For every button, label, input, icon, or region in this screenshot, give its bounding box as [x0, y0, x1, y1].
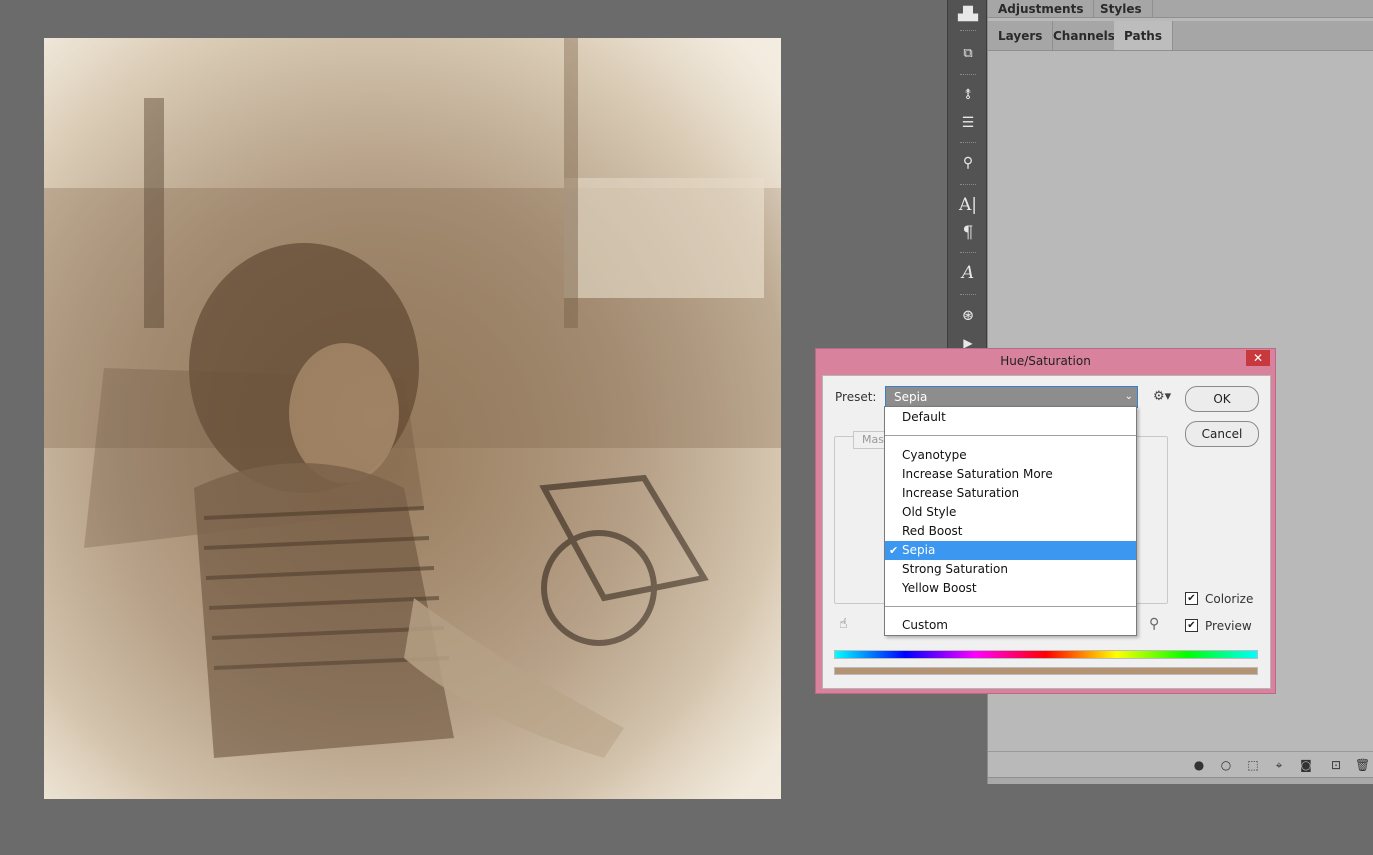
cancel-button[interactable]: Cancel [1185, 421, 1259, 447]
delete-path-icon[interactable]: 🗑 [1355, 758, 1370, 772]
new-path-icon[interactable]: ⊡ [1329, 758, 1343, 772]
glyphs-icon[interactable]: A [955, 262, 981, 284]
tab-adjustments[interactable]: Adjustments [988, 0, 1095, 17]
grip-divider [960, 184, 976, 186]
preset-option-sepia-label: Sepia [902, 543, 936, 557]
make-work-path-icon[interactable]: ⌖ [1272, 758, 1286, 772]
creative-cloud-libraries-icon[interactable]: ⊛ [955, 304, 981, 326]
on-image-adjust-hand-icon[interactable]: ☝ [839, 616, 848, 632]
preset-option-cyanotype[interactable]: Cyanotype [885, 446, 1136, 465]
character-icon[interactable]: A| [955, 194, 981, 216]
histogram-icon[interactable]: ▟▙ [955, 3, 981, 25]
brushes-icon[interactable]: ⥉ [955, 84, 981, 106]
grip-divider [960, 252, 976, 254]
preset-option-increase-saturation-more[interactable]: Increase Saturation More [885, 465, 1136, 484]
preset-option-yellow-boost[interactable]: Yellow Boost [885, 579, 1136, 598]
colorize-checkbox[interactable]: ✔ [1185, 592, 1198, 605]
preset-option-red-boost[interactable]: Red Boost [885, 522, 1136, 541]
preset-option-increase-saturation[interactable]: Increase Saturation [885, 484, 1136, 503]
preset-option-sepia[interactable]: ✔ Sepia [885, 541, 1136, 560]
preview-checkbox[interactable]: ✔ [1185, 619, 1198, 632]
photo-artwork [44, 38, 781, 799]
dialog-title: Hue/Saturation [1000, 354, 1091, 368]
preset-label: Preset: [835, 390, 877, 404]
grip-divider [960, 74, 976, 76]
grip-divider [960, 30, 976, 32]
preset-select[interactable]: Sepia ⌄ [885, 386, 1138, 408]
top-tab-row: Adjustments Styles [988, 0, 1373, 18]
tool-presets-icon[interactable]: ⚲ [955, 152, 981, 174]
preset-option-default[interactable]: Default [885, 408, 1136, 427]
load-selection-icon[interactable]: ⬚ [1246, 758, 1260, 772]
ok-button[interactable]: OK [1185, 386, 1259, 412]
document-canvas-photo[interactable] [44, 38, 781, 799]
paths-panel-footer: ● ○ ⬚ ⌖ ◙ ⊡ 🗑 [988, 751, 1373, 777]
tab-styles[interactable]: Styles [1090, 0, 1153, 17]
preset-option-strong-saturation[interactable]: Strong Saturation [885, 560, 1136, 579]
preview-label: Preview [1205, 619, 1252, 633]
tool-strip: ▟▙ ⧉ ⥉ ☰ ⚲ A| ¶ A ⊛ ▶ [947, 0, 987, 360]
preset-option-custom[interactable]: Custom [885, 616, 1136, 635]
output-color-bar [834, 667, 1258, 675]
paragraph-icon[interactable]: ¶ [955, 222, 981, 244]
stroke-path-icon[interactable]: ○ [1219, 758, 1233, 772]
panel-resize-handle[interactable] [988, 777, 1373, 784]
eyedropper-icon[interactable]: ⚲ [1149, 616, 1159, 632]
preset-dropdown-list: Default Cyanotype Increase Saturation Mo… [884, 406, 1137, 636]
fill-path-icon[interactable]: ● [1192, 758, 1206, 772]
add-mask-icon[interactable]: ◙ [1299, 758, 1313, 772]
colorize-label: Colorize [1205, 592, 1254, 606]
menu-separator [885, 435, 1136, 436]
layers-tab-row: Layers Channels Paths [988, 21, 1373, 51]
tab-paths[interactable]: Paths [1114, 21, 1173, 50]
grip-divider [960, 294, 976, 296]
input-hue-spectrum-bar [834, 650, 1258, 659]
chevron-down-icon: ⌄ [1124, 391, 1133, 402]
close-button[interactable]: ✕ [1246, 350, 1270, 366]
gear-icon[interactable]: ⚙▾ [1153, 389, 1171, 404]
preset-option-old-style[interactable]: Old Style [885, 503, 1136, 522]
preset-value: Sepia [894, 390, 928, 404]
grip-divider [960, 142, 976, 144]
checkmark-icon: ✔ [889, 544, 899, 557]
clone-source-icon[interactable]: ⧉ [955, 42, 981, 64]
brush-settings-icon[interactable]: ☰ [955, 112, 981, 134]
menu-separator [885, 606, 1136, 607]
